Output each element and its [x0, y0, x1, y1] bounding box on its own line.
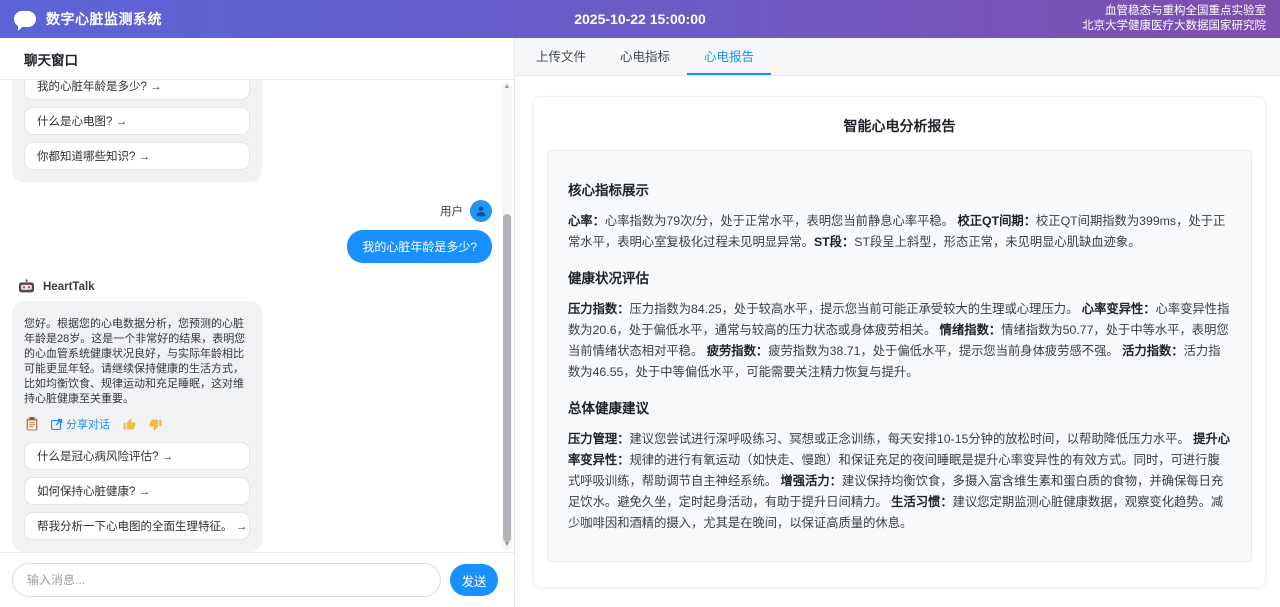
share-icon [51, 418, 63, 430]
clipboard-icon[interactable] [26, 417, 38, 431]
org-line-2: 北京大学健康医疗大数据国家研究院 [1082, 19, 1266, 34]
thumb-down-icon[interactable] [149, 418, 162, 431]
chat-bubble-icon [14, 11, 36, 27]
section-heading: 核心指标展示 [568, 179, 1231, 199]
chat-input-bar: 发送 [0, 552, 514, 607]
share-label: 分享对话 [66, 416, 110, 432]
tab-心电指标[interactable]: 心电指标 [603, 38, 687, 75]
header-datetime: 2025-10-22 15:00:00 [574, 11, 706, 27]
app-title: 数字心脏监测系统 [46, 9, 162, 29]
metric-text: ST段呈上斜型，形态正常，未见明显心肌缺血迹象。 [854, 235, 1140, 249]
report-area: 智能心电分析报告 核心指标展示心率：心率指数为79次/分，处于正常水平，表明您当… [515, 76, 1280, 607]
metric-term: 压力管理： [568, 432, 630, 446]
tab-上传文件[interactable]: 上传文件 [519, 38, 603, 75]
bot-row: HeartTalk [12, 279, 494, 294]
metric-term: 心率变异性： [1082, 302, 1156, 316]
scroll-up-icon[interactable]: ▲ [502, 82, 512, 92]
right-panel: 上传文件心电指标心电报告 智能心电分析报告 核心指标展示心率：心率指数为79次/… [515, 38, 1280, 607]
app-header: 数字心脏监测系统 2025-10-22 15:00:00 血管稳态与重构全国重点… [0, 0, 1280, 38]
metric-term: ST段： [814, 235, 854, 249]
robot-avatar-icon [18, 279, 35, 294]
metric-term: 校正QT间期： [957, 214, 1036, 228]
tab-bar: 上传文件心电指标心电报告 [515, 38, 1280, 76]
report-title: 智能心电分析报告 [547, 116, 1252, 136]
scrollbar-thumb[interactable] [503, 214, 511, 542]
report-card: 智能心电分析报告 核心指标展示心率：心率指数为79次/分，处于正常水平，表明您当… [533, 96, 1266, 588]
section-heading: 总体健康建议 [568, 397, 1231, 417]
bot-message-text: 您好。根据您的心电数据分析，您预测的心脏年龄是28岁。这是一个非常好的结果，表明… [24, 317, 250, 407]
org-line-1: 血管稳态与重构全国重点实验室 [1082, 4, 1266, 19]
chat-scrollbar[interactable]: ▲ ▼ [502, 82, 512, 550]
user-row: 用户 [12, 200, 494, 222]
send-button[interactable]: 发送 [450, 564, 498, 596]
chat-header: 聊天窗口 [0, 38, 514, 80]
suggestion-button[interactable]: 什么是冠心病风险评估? → [24, 442, 250, 470]
suggestion-button[interactable]: 我的心脏年龄是多少? → [24, 80, 250, 100]
section-paragraph: 心率：心率指数为79次/分，处于正常水平，表明您当前静息心率平稳。 校正QT间期… [568, 211, 1231, 253]
metric-text: 压力指数为84.25，处于较高水平，提示您当前可能正承受较大的生理或心理压力。 [630, 302, 1082, 316]
chat-title: 聊天窗口 [24, 49, 78, 69]
bot-name: HeartTalk [43, 281, 95, 293]
metric-text: 心率指数为79次/分，处于正常水平，表明您当前静息心率平稳。 [605, 214, 958, 228]
bot-suggestions-top: 我的心脏年龄是多少? → 什么是心电图? → 你都知道哪些知识? → [12, 80, 262, 182]
user-label: 用户 [440, 203, 463, 219]
message-actions: 分享对话 [24, 415, 250, 433]
metric-term: 生活习惯： [891, 495, 953, 509]
user-avatar [470, 200, 492, 222]
message-input[interactable] [12, 563, 441, 597]
section-paragraph: 压力指数：压力指数为84.25，处于较高水平，提示您当前可能正承受较大的生理或心… [568, 299, 1231, 383]
tab-心电报告[interactable]: 心电报告 [687, 38, 771, 75]
section-paragraph: 压力管理：建议您尝试进行深呼吸练习、冥想或正念训练，每天安排10-15分钟的放松… [568, 429, 1231, 534]
metric-term: 情绪指数： [940, 323, 1002, 337]
suggestion-button[interactable]: 什么是心电图? → [24, 107, 250, 135]
suggestion-button[interactable]: 帮我分析一下心电图的全面生理特征。 → [24, 512, 250, 540]
metric-term: 心率： [568, 214, 605, 228]
metric-term: 活力指数： [1122, 344, 1184, 358]
bot-message-block: 您好。根据您的心电数据分析，您预测的心脏年龄是28岁。这是一个非常好的结果，表明… [12, 301, 262, 552]
thumb-up-icon[interactable] [123, 418, 136, 431]
section-heading: 健康状况评估 [568, 267, 1231, 287]
chat-panel: 聊天窗口 我的心脏年龄是多少? → 什么是心电图? → 你都知道哪些知识? → 用户… [0, 38, 515, 607]
suggestion-button[interactable]: 如何保持心脏健康? → [24, 477, 250, 505]
scroll-down-icon[interactable]: ▼ [502, 540, 512, 550]
metric-term: 疲劳指数： [707, 344, 769, 358]
chat-messages: 我的心脏年龄是多少? → 什么是心电图? → 你都知道哪些知识? → 用户 我的心脏… [0, 80, 514, 552]
user-message-bubble: 我的心脏年龄是多少? [347, 230, 492, 263]
suggestion-button[interactable]: 你都知道哪些知识? → [24, 142, 250, 170]
bot-suggestions-bottom: 什么是冠心病风险评估? → 如何保持心脏健康? → 帮我分析一下心电图的全面生理特征… [24, 442, 250, 540]
metric-term: 增强活力： [780, 474, 842, 488]
report-content: 核心指标展示心率：心率指数为79次/分，处于正常水平，表明您当前静息心率平稳。 … [547, 150, 1252, 562]
share-conversation-button[interactable]: 分享对话 [51, 416, 110, 432]
header-organization: 血管稳态与重构全国重点实验室 北京大学健康医疗大数据国家研究院 [1082, 4, 1266, 34]
metric-text: 建议您尝试进行深呼吸练习、冥想或正念训练，每天安排10-15分钟的放松时间，以帮… [630, 432, 1194, 446]
metric-term: 压力指数： [568, 302, 630, 316]
metric-text: 疲劳指数为38.71，处于偏低水平，提示您当前身体疲劳感不强。 [768, 344, 1122, 358]
